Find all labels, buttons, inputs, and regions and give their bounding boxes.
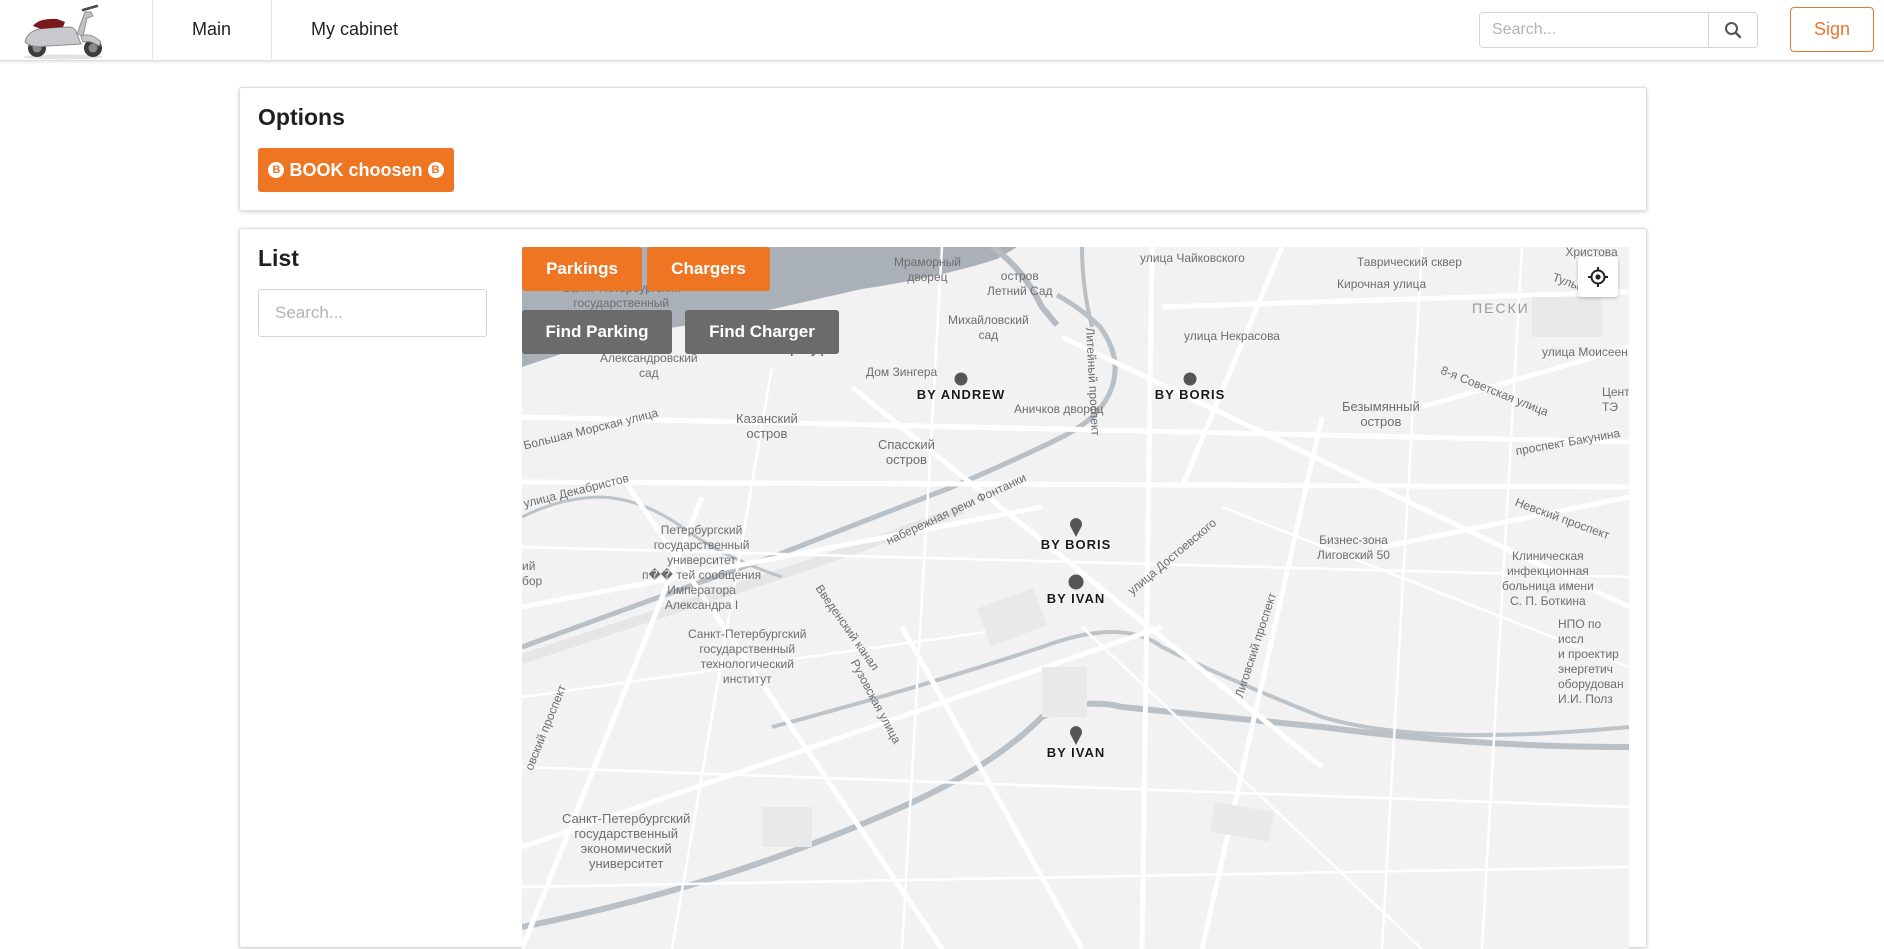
search-icon — [1725, 22, 1742, 39]
parking-marker-ivan[interactable]: BY IVAN — [1021, 573, 1131, 606]
chargers-button[interactable]: Chargers — [647, 247, 770, 291]
charger-marker-boris[interactable]: BY BORIS — [1021, 517, 1131, 552]
parking-marker-boris[interactable]: BY BORIS — [1135, 371, 1245, 402]
locate-me-button[interactable] — [1578, 257, 1618, 297]
marker-label: BY BORIS — [1154, 387, 1226, 402]
map-pin-icon — [1070, 726, 1082, 745]
coin-icon: B — [268, 162, 285, 178]
nav-divider — [152, 0, 153, 61]
parking-marker-andrew[interactable]: BY ANDREW — [906, 371, 1016, 402]
options-card: Options B BOOK choosen B — [239, 87, 1647, 211]
top-navbar: Main My cabinet Sign — [0, 0, 1884, 61]
marker-label: BY IVAN — [1046, 591, 1106, 606]
charger-marker-ivan[interactable]: BY IVAN — [1021, 725, 1131, 760]
top-search-button[interactable] — [1708, 13, 1757, 47]
map-view[interactable]: Мраморный дворец остров Летний Сад Михай… — [522, 247, 1629, 949]
map-pin-icon — [1070, 518, 1082, 537]
book-chosen-label: BOOK choosen — [289, 159, 423, 180]
nav-my-cabinet[interactable]: My cabinet — [311, 0, 398, 61]
marker-label: BY IVAN — [1046, 745, 1106, 760]
list-card: List Search... Мраморный дворец остров Л… — [239, 228, 1647, 949]
list-search-input[interactable] — [258, 289, 487, 337]
find-parking-button[interactable]: Find Parking — [522, 310, 672, 354]
nav-main[interactable]: Main — [192, 0, 231, 61]
sign-button[interactable]: Sign — [1790, 7, 1874, 52]
list-title: List — [258, 245, 299, 271]
scooter-logo-icon[interactable] — [17, 2, 109, 60]
map-dot-icon — [1183, 372, 1197, 386]
coin-icon: B — [427, 162, 444, 178]
top-search-box — [1479, 12, 1758, 48]
marker-label: BY ANDREW — [916, 387, 1006, 402]
map-dot-icon — [954, 372, 968, 386]
marker-label: BY BORIS — [1040, 537, 1112, 552]
find-charger-button[interactable]: Find Charger — [685, 310, 839, 354]
options-title: Options — [258, 104, 345, 130]
book-chosen-button[interactable]: B BOOK choosen B — [258, 148, 454, 192]
map-dot-icon — [1068, 574, 1084, 590]
top-search-input[interactable] — [1480, 13, 1708, 47]
nav-divider — [271, 0, 272, 61]
crosshair-icon — [1588, 267, 1608, 287]
parkings-button[interactable]: Parkings — [522, 247, 642, 291]
